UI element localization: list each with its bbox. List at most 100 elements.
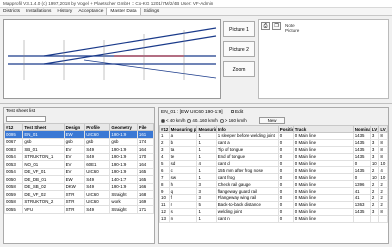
table-row[interactable]: 0055 VFU STR S49 Straight 171 <box>4 205 154 214</box>
table-row[interactable]: 7 sw 1 cant frog 0 0 Main line 0 10 10 <box>159 173 388 182</box>
table-cell: ta <box>168 145 198 154</box>
table-cell: 0 Main line <box>292 180 354 189</box>
table-row[interactable]: 1a11 sleeper before welding joint 0 0 Main… <box>159 132 388 140</box>
table-cell: f <box>168 194 198 202</box>
table-cell: 8 <box>378 138 388 147</box>
menu-item-districts[interactable]: Districts <box>0 8 23 15</box>
table-row[interactable]: 6 c 1 155 mm after frog nose 0 0 Main line 143… <box>159 166 388 175</box>
table-cell: 1 <box>196 214 217 223</box>
table-cell: 0053 <box>4 160 24 169</box>
table-row[interactable]: 0067 gsb gsb gsb gsb 174 <box>4 137 154 146</box>
radio-icon[interactable] <box>161 118 165 123</box>
speed-filter-radio[interactable]: > 160 km/h <box>219 118 247 123</box>
table-row[interactable]: 9 q 3 flangeway guard rail 0 0 Main line 41 2 2 <box>159 187 388 196</box>
table-cell: 0 <box>277 180 294 189</box>
column-header[interactable]: File <box>136 123 154 131</box>
radio-icon[interactable] <box>187 118 192 123</box>
measuring-points-table: #12Measuring pointsMeasuring...InfoPosit… <box>159 125 388 223</box>
zoom-button[interactable]: Zoom <box>223 61 255 77</box>
menu-item-master-data[interactable]: Master Data <box>106 8 141 15</box>
notes-panel: ⎙ ❐ Note Picture <box>258 19 389 99</box>
measuring-points-panel: EN_01 : [EW UIC60 190-1:9] Edit < 40 km/… <box>158 107 389 244</box>
menu-item-acceptance[interactable]: Acceptance <box>75 8 106 15</box>
edit-checkbox[interactable]: Edit <box>230 109 243 115</box>
column-header[interactable]: Test Sheet <box>22 123 65 131</box>
table-cell: 41 <box>352 194 371 202</box>
splitter[interactable] <box>0 103 392 104</box>
table-row[interactable]: 11 r 5 Back-to-back distance 0 0 Main line 136… <box>159 200 388 209</box>
picture-1-button[interactable]: Picture 1 <box>223 21 255 37</box>
table-cell: welding joint <box>215 207 279 216</box>
table-cell: DKW <box>63 182 86 191</box>
table-row[interactable]: 0050 DE_DB_01 EW S49 140-1:7 165 <box>4 175 154 184</box>
table-row[interactable]: 2 b 1 cant a00 Main line 1435 3 8 <box>159 138 388 147</box>
table-cell: 0 <box>277 200 294 209</box>
speed-filter-radio[interactable]: < 40 km/h <box>161 118 185 123</box>
table-row[interactable]: 0083 SB_01 EV S49 190-1:9 164 <box>4 145 154 154</box>
table-cell: n <box>168 214 198 223</box>
speed-filter-radio[interactable]: 40..160 km/h <box>187 118 218 123</box>
table-cell: gsb <box>84 137 111 146</box>
sheet-search-input[interactable] <box>6 116 46 122</box>
menu-item-installations[interactable]: Installations <box>23 8 54 15</box>
table-row[interactable]: 0054 DE_VF_01 EV UIC60 190-1:9 165 <box>4 167 154 176</box>
copy-icon[interactable]: ❐ <box>272 22 281 30</box>
test-sheet-list-title: Test sheet list <box>4 108 154 115</box>
column-header[interactable]: Measuring points <box>168 125 198 133</box>
table-cell: cant frog <box>215 173 279 182</box>
table-row[interactable]: 5 sd 4 cant d00 Main line 0 10 10 <box>159 159 388 168</box>
table-cell: 4 <box>159 152 170 161</box>
table-cell: 4 <box>196 159 217 168</box>
table-row[interactable]: 0054 STRUKTON_1 EV S49 190-1:9 170 <box>4 152 154 161</box>
table-row[interactable]: 8 h 3 Check rail gauge 0 0 Main line 1396 2 2 <box>159 180 388 189</box>
column-header[interactable]: Track <box>292 125 354 133</box>
radio-icon[interactable] <box>219 118 224 123</box>
new-button[interactable]: New <box>258 117 286 124</box>
column-header[interactable]: #12 <box>159 125 170 133</box>
table-row[interactable]: 0053 NO_01 EV 60E1 190-1:9 164 <box>4 160 154 169</box>
table-cell: b <box>168 138 198 147</box>
column-header[interactable]: Position (mm) <box>277 125 294 133</box>
table-cell: 0 <box>352 159 371 168</box>
table-cell: S49 <box>84 145 111 154</box>
table-cell: 166 <box>136 182 154 191</box>
column-header[interactable]: Profile <box>84 123 111 131</box>
table-row[interactable]: 3 ta 1 Tip of tongue 0 0 Main line 1435 3 8 <box>159 145 388 154</box>
print-icon[interactable]: ⎙ <box>261 22 270 30</box>
table-cell: 1435 <box>352 138 371 147</box>
table-row[interactable]: 0058 DE_SB_02 DKW S49 190-1:9 166 <box>4 182 154 191</box>
table-row[interactable]: 12 s 1 welding joint 0 0 Main line 1435 3 8 <box>159 207 388 216</box>
table-cell: 190-1:9 <box>109 182 138 191</box>
menu-item-history[interactable]: History <box>54 8 75 15</box>
table-row[interactable]: 0058 STRUKTON_2 STR UIC60 work 169 <box>4 197 154 206</box>
table-cell: 3 <box>196 187 217 196</box>
table-row[interactable]: 13 n 1 cant n00 Main line <box>159 214 388 223</box>
table-cell: 7 <box>159 173 170 182</box>
table-cell: 3 <box>196 194 217 202</box>
checkbox-icon[interactable] <box>230 109 234 113</box>
table-cell: 0083 <box>4 145 24 154</box>
column-header[interactable]: Info <box>215 125 279 133</box>
table-row[interactable]: 10 f 3 Flangeway wing rail 0 0 Main line 41 2 2 <box>159 194 388 202</box>
table-cell: 0067 <box>4 137 24 146</box>
column-header[interactable]: Measuring... <box>196 125 217 133</box>
table-row[interactable]: 4 te 1 End of tongue 0 0 Main line 1435 3 8 <box>159 152 388 161</box>
table-cell <box>378 214 388 223</box>
column-header[interactable]: LV_2 <box>378 125 388 133</box>
menu-item-sidings[interactable]: Sidings <box>141 8 163 15</box>
table-cell: gsb <box>63 137 86 146</box>
table-row[interactable]: 0059 DE_VF_02 STR UIC60 Straight 168 <box>4 190 154 199</box>
column-header[interactable]: LV_1 <box>369 125 380 133</box>
column-header[interactable]: Geometry <box>109 123 138 131</box>
column-header[interactable]: #12 <box>4 123 24 131</box>
table-cell: 2 <box>378 187 388 196</box>
table-row[interactable]: 0095 EN_01 EW UIC60 190-1:9 161 <box>4 130 154 139</box>
column-header[interactable]: Nominal <box>352 125 371 133</box>
table-cell: 12 <box>159 207 170 216</box>
table-cell: UIC60 <box>84 130 111 139</box>
picture-2-button[interactable]: Picture 2 <box>223 41 255 57</box>
table-cell: a <box>168 132 198 140</box>
notes-label: Note Picture <box>285 23 300 33</box>
column-header[interactable]: Design <box>63 123 86 131</box>
table-cell: 1 <box>196 173 217 182</box>
